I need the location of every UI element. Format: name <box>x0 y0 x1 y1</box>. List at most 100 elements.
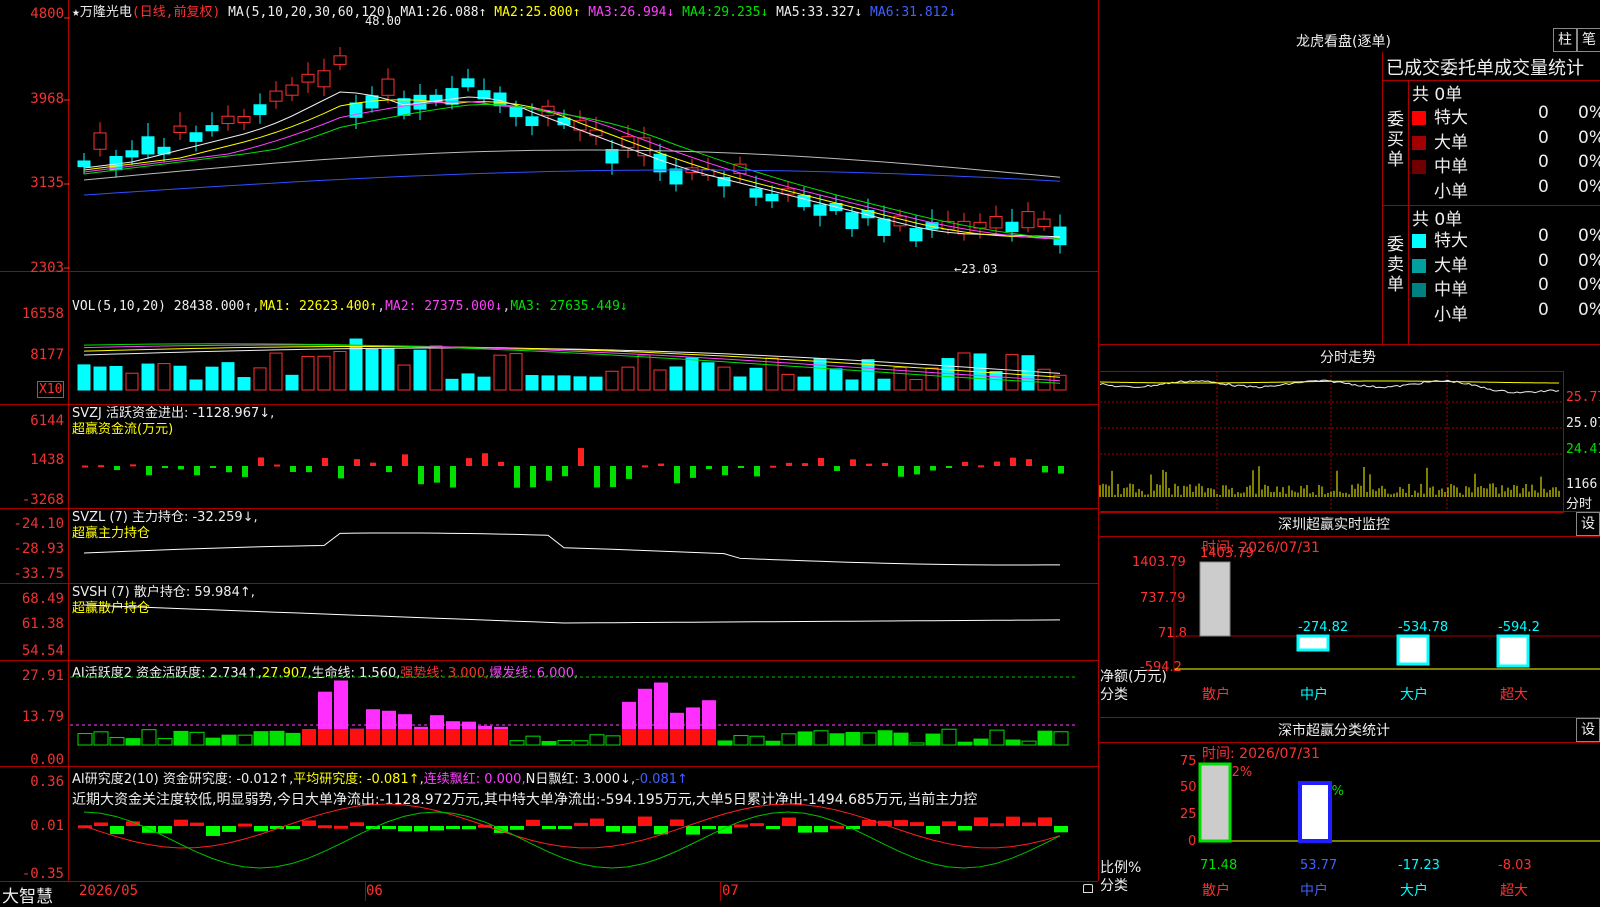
legend-swatch <box>1412 185 1426 199</box>
ai-research-bar <box>686 826 700 835</box>
row-pct: 0% <box>1578 152 1600 172</box>
ai-activity-bar <box>494 727 508 729</box>
sz-mon-bar <box>1200 562 1230 636</box>
volume-bar <box>910 380 922 390</box>
row-count: 0 <box>1538 275 1549 295</box>
ai-activity-bar <box>414 729 428 745</box>
ai-research-bar <box>382 826 396 829</box>
ai-activity-bar <box>526 736 540 745</box>
volume-bar <box>782 374 794 390</box>
svzj-bar <box>258 457 264 466</box>
candle-body <box>670 169 682 184</box>
legend-swatch <box>1412 259 1426 273</box>
candle-body <box>462 79 474 87</box>
ai-activity-bar <box>606 736 620 745</box>
row-pct: 0% <box>1578 226 1600 246</box>
ai-activity-bar <box>622 729 636 745</box>
buy-row-1: 大单00% <box>1412 128 1600 153</box>
svzl-line <box>84 533 1060 565</box>
ai-research-bar <box>1006 817 1020 826</box>
ai-research-bar <box>254 826 268 831</box>
volume-bar <box>558 376 570 390</box>
ai-activity-bar <box>318 729 332 745</box>
buy-side-label: 委买单 <box>1387 110 1405 170</box>
volume-bar <box>270 353 282 390</box>
candle-body <box>654 154 666 172</box>
ai-activity-bar <box>238 735 252 745</box>
volume-bar <box>254 368 266 390</box>
ai-activity-bar <box>254 732 268 745</box>
sell-row-1: 大单00% <box>1412 251 1600 276</box>
volume-bar <box>1006 355 1018 390</box>
svzj-bar <box>1058 466 1064 473</box>
candle-body <box>798 195 810 206</box>
x-date-jun: 06 <box>366 883 383 899</box>
ai-activity-bar <box>686 729 700 745</box>
lock-icon[interactable] <box>1083 884 1093 893</box>
ai-research-bar <box>638 817 652 826</box>
volume-bar <box>158 364 170 390</box>
ai-research-bar <box>750 823 764 826</box>
sz-monitor-panel[interactable]: 深圳超赢实时监控 设 时间: 2026/07/31 1403.79 737.79… <box>1100 512 1600 718</box>
ai-activity-bar <box>94 732 108 745</box>
intraday-panel[interactable]: 分时走势 25.77 25.07 24.41 1166 分时 <box>1100 345 1600 512</box>
row-count: 0 <box>1538 152 1549 172</box>
candle-body <box>990 217 1002 228</box>
main-chart-area[interactable]: ★万隆光电(日线,前复权) MA(5,10,20,30,60,120) MA1:… <box>0 0 1099 881</box>
row-pct: 0% <box>1578 103 1600 123</box>
ai-research-bar <box>830 826 844 829</box>
ai-activity-bar <box>590 735 604 745</box>
candle-body <box>526 117 538 126</box>
row-pct: 0% <box>1578 177 1600 197</box>
volume-bar <box>238 378 250 390</box>
ai-research-bar <box>894 820 908 826</box>
ai-activity-bar <box>190 732 204 745</box>
svzj-bar <box>658 464 664 466</box>
ai-activity-bar <box>958 742 972 745</box>
ai-activity-bar <box>366 729 380 745</box>
ai-research-bar <box>462 826 476 829</box>
row-pct: 0% <box>1578 300 1600 320</box>
volume-bar <box>606 371 618 390</box>
legend-swatch <box>1412 160 1426 174</box>
volume-bar <box>878 379 890 390</box>
ai-activity-bar <box>1054 732 1068 745</box>
ai-activity-bar <box>206 738 220 745</box>
ai-activity-bar <box>158 739 172 745</box>
row-name: 特大 <box>1434 108 1468 128</box>
tick-view-button[interactable]: 笔 <box>1577 28 1600 52</box>
ai-research-bar <box>334 826 348 829</box>
volume-bar <box>702 363 714 390</box>
ai-activity-bar <box>638 689 652 729</box>
ai-research-bar <box>782 818 796 826</box>
ai-research-bar <box>446 826 460 829</box>
ai-activity-bar <box>430 729 444 745</box>
ai-activity-bar <box>542 742 556 745</box>
svzj-bar <box>418 466 424 484</box>
sz-stat-bar <box>1200 764 1230 841</box>
ai-activity-bar <box>478 726 492 729</box>
ai-activity-bar <box>174 731 188 745</box>
svzj-bar <box>450 466 456 487</box>
row-name: 中单 <box>1434 280 1468 300</box>
volume-bar <box>78 365 90 390</box>
volume-bar <box>574 377 586 390</box>
svzj-bar <box>994 462 1000 466</box>
svzj-bar <box>466 458 472 466</box>
ai-activity-bar <box>990 730 1004 745</box>
svzj-bar <box>818 458 824 466</box>
buy-row-3: 小单00% <box>1412 177 1600 202</box>
svzj-bar <box>610 466 616 487</box>
ai-research-bar <box>990 823 1004 826</box>
volume-bar <box>206 367 218 390</box>
column-view-button[interactable]: 柱 <box>1553 28 1577 52</box>
candle-body <box>878 219 890 235</box>
sell-row-2: 中单00% <box>1412 275 1600 300</box>
candle-body <box>910 229 922 241</box>
svzj-bar <box>226 466 232 472</box>
ai-activity-bar <box>446 729 460 745</box>
row-count: 0 <box>1538 251 1549 271</box>
sz-stat-panel[interactable]: 深市超赢分类统计 设 时间: 2026/07/31 75 50 25 0 +0.… <box>1100 718 1600 900</box>
svzj-bar <box>802 463 808 466</box>
svzj-bar <box>274 465 280 467</box>
